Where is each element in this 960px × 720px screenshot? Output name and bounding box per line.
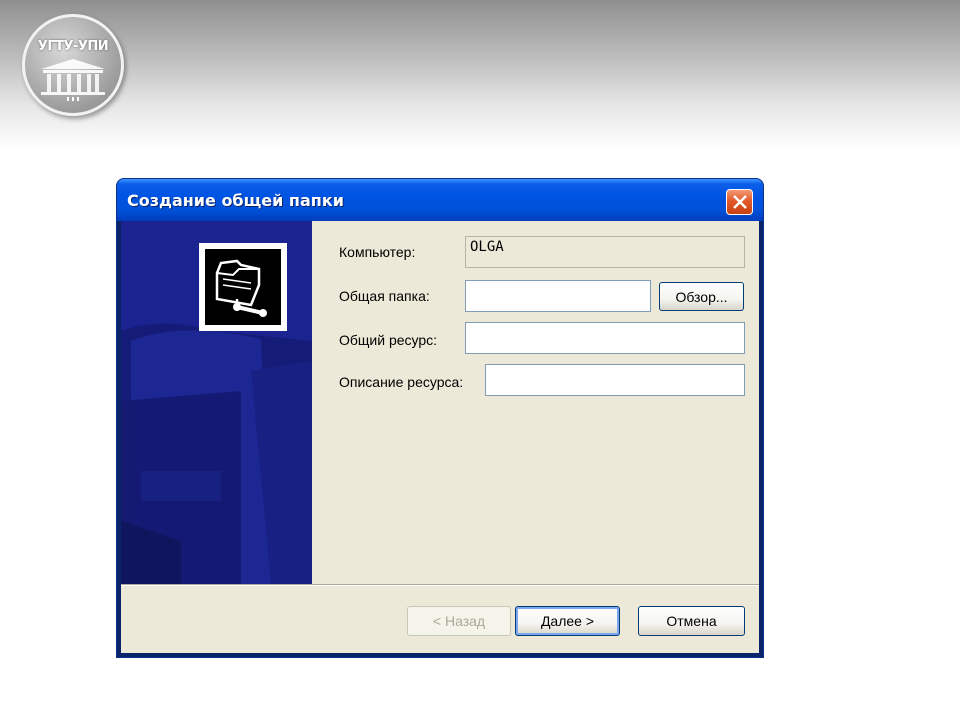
next-button[interactable]: Далее > [515, 606, 620, 636]
computer-field: OLGA [465, 236, 745, 268]
browse-button[interactable]: Обзор... [659, 282, 744, 311]
footer-separator [121, 584, 759, 586]
shared-folder-label: Общая папка: [339, 288, 430, 304]
description-input[interactable] [485, 364, 745, 396]
close-icon [733, 195, 747, 209]
shared-folder-input[interactable] [465, 280, 651, 312]
university-logo: УГТУ-УПИ [22, 14, 124, 116]
description-label: Описание ресурса: [339, 374, 464, 390]
share-name-input[interactable] [465, 322, 745, 354]
computer-label: Компьютер: [339, 244, 416, 260]
close-button[interactable] [726, 189, 753, 215]
shared-folder-icon [215, 259, 267, 317]
slide-header [0, 0, 960, 150]
logo-text: УГТУ-УПИ [37, 39, 109, 54]
wizard-icon-frame [199, 243, 287, 331]
back-button[interactable]: < Назад [407, 606, 511, 636]
building-icon [41, 59, 105, 101]
create-shared-folder-dialog: Создание общей папки Компьютер: OLGA Общ… [117, 179, 763, 657]
cancel-button[interactable]: Отмена [638, 606, 745, 636]
dialog-titlebar[interactable]: Создание общей папки [117, 179, 763, 221]
wizard-side-panel [121, 221, 312, 584]
wizard-form: Компьютер: OLGA Общая папка: Обзор... Об… [312, 221, 759, 584]
share-name-label: Общий ресурс: [339, 332, 438, 348]
dialog-client-area: Компьютер: OLGA Общая папка: Обзор... Об… [121, 221, 759, 653]
dialog-title: Создание общей папки [127, 191, 344, 210]
